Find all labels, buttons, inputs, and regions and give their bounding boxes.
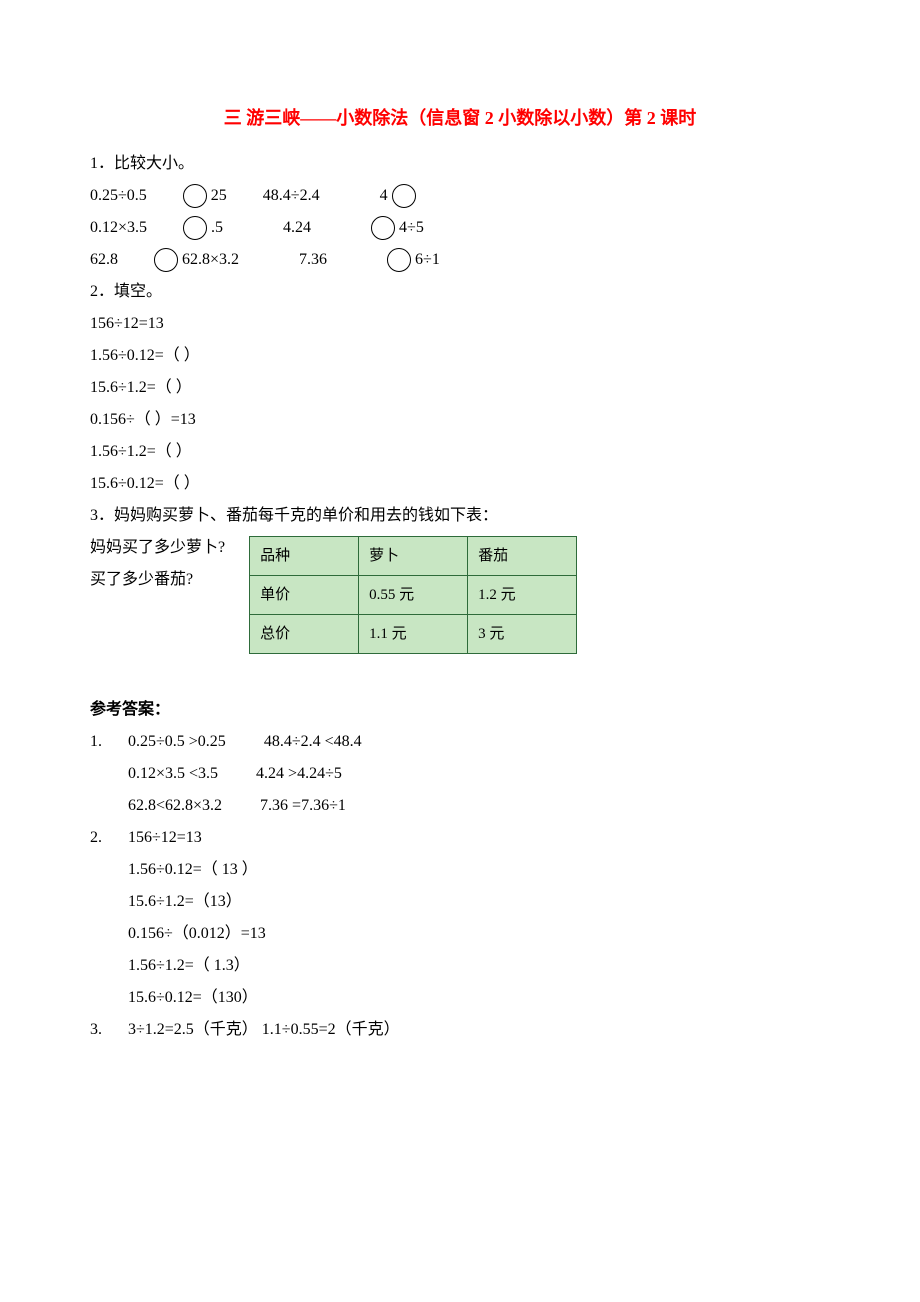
answer2-l1: 156÷12=13: [128, 822, 830, 854]
cell-radish-unitprice: 0.55 元: [359, 576, 468, 615]
answer1-l3b: 7.36 =7.36÷1: [260, 790, 346, 822]
q2-heading: 2．填空。: [90, 276, 830, 308]
q1-r1b-right: 4: [380, 180, 388, 212]
compare-circle-icon: [387, 248, 411, 272]
cell-unitprice-label: 单价: [250, 576, 359, 615]
q1-r2a-right: .5: [211, 212, 223, 244]
q3-ask1: 妈妈买了多少萝卜?: [90, 532, 225, 564]
q1-r1a-right: 25: [211, 180, 227, 212]
q1-r3b-left: 7.36: [299, 244, 327, 276]
price-table: 品种 萝卜 番茄 单价 0.55 元 1.2 元 总价 1.1 元 3 元: [249, 536, 577, 654]
q1-r3b-right: 6÷1: [415, 244, 440, 276]
q1-r2b-left: 4.24: [283, 212, 311, 244]
compare-circle-icon: [183, 216, 207, 240]
q1-r3a-left: 62.8: [90, 244, 118, 276]
q1-r2b-right: 4÷5: [399, 212, 424, 244]
q2-line3: 15.6÷1.2=（ ）: [90, 372, 830, 404]
q2-line2: 1.56÷0.12=（ ）: [90, 340, 830, 372]
answer1-number: 1.: [90, 726, 128, 822]
answer2-l6: 15.6÷0.12=（130）: [128, 982, 830, 1014]
cell-tomato-unitprice: 1.2 元: [468, 576, 577, 615]
q1-r1a-left: 0.25÷0.5: [90, 180, 147, 212]
answer3-text: 3÷1.2=2.5（千克） 1.1÷0.55=2（千克）: [128, 1014, 830, 1046]
q1-heading: 1．比较大小。: [90, 148, 830, 180]
answer2-l4: 0.156÷（0.012）=13: [128, 918, 830, 950]
answer2-l5: 1.56÷1.2=（ 1.3）: [128, 950, 830, 982]
answer1-l2a: 0.12×3.5 <3.5: [128, 758, 218, 790]
q3-ask2: 买了多少番茄?: [90, 564, 225, 596]
answer1-l3a: 62.8<62.8×3.2: [128, 790, 222, 822]
answers-heading: 参考答案：: [90, 694, 830, 726]
table-row: 品种 萝卜 番茄: [250, 537, 577, 576]
answer2-l2: 1.56÷0.12=（ 13 ）: [128, 854, 830, 886]
cell-radish-header: 萝卜: [359, 537, 468, 576]
compare-circle-icon: [371, 216, 395, 240]
q2-line4: 0.156÷（ ）=13: [90, 404, 830, 436]
q1-r3a-right: 62.8×3.2: [182, 244, 239, 276]
table-row: 单价 0.55 元 1.2 元: [250, 576, 577, 615]
q1-r2a-left: 0.12×3.5: [90, 212, 147, 244]
compare-circle-icon: [154, 248, 178, 272]
cell-total-label: 总价: [250, 615, 359, 654]
answer2-number: 2.: [90, 822, 128, 1014]
answer1-l1b: 48.4÷2.4 <48.4: [264, 726, 362, 758]
q1-row3: 62.8 62.8×3.2 7.36 6÷1: [90, 244, 830, 276]
answer3-number: 3.: [90, 1014, 128, 1046]
q2-line6: 15.6÷0.12=（ ）: [90, 468, 830, 500]
compare-circle-icon: [183, 184, 207, 208]
q1-row2: 0.12×3.5 .5 4.24 4÷5: [90, 212, 830, 244]
cell-tomato-total: 3 元: [468, 615, 577, 654]
cell-variety-header: 品种: [250, 537, 359, 576]
answer1-l2b: 4.24 >4.24÷5: [256, 758, 342, 790]
cell-tomato-header: 番茄: [468, 537, 577, 576]
compare-circle-icon: [392, 184, 416, 208]
q1-row1: 0.25÷0.5 25 48.4÷2.4 4: [90, 180, 830, 212]
worksheet-title: 三 游三峡——小数除法（信息窗 2 小数除以小数）第 2 课时: [90, 100, 830, 136]
q3-heading: 3．妈妈购买萝卜、番茄每千克的单价和用去的钱如下表：: [90, 500, 830, 532]
q2-line5: 1.56÷1.2=（ ）: [90, 436, 830, 468]
q2-line1: 156÷12=13: [90, 308, 830, 340]
table-row: 总价 1.1 元 3 元: [250, 615, 577, 654]
cell-radish-total: 1.1 元: [359, 615, 468, 654]
answer2-l3: 15.6÷1.2=（13）: [128, 886, 830, 918]
q1-r1b-left: 48.4÷2.4: [263, 180, 320, 212]
answer1-l1a: 0.25÷0.5 >0.25: [128, 726, 226, 758]
